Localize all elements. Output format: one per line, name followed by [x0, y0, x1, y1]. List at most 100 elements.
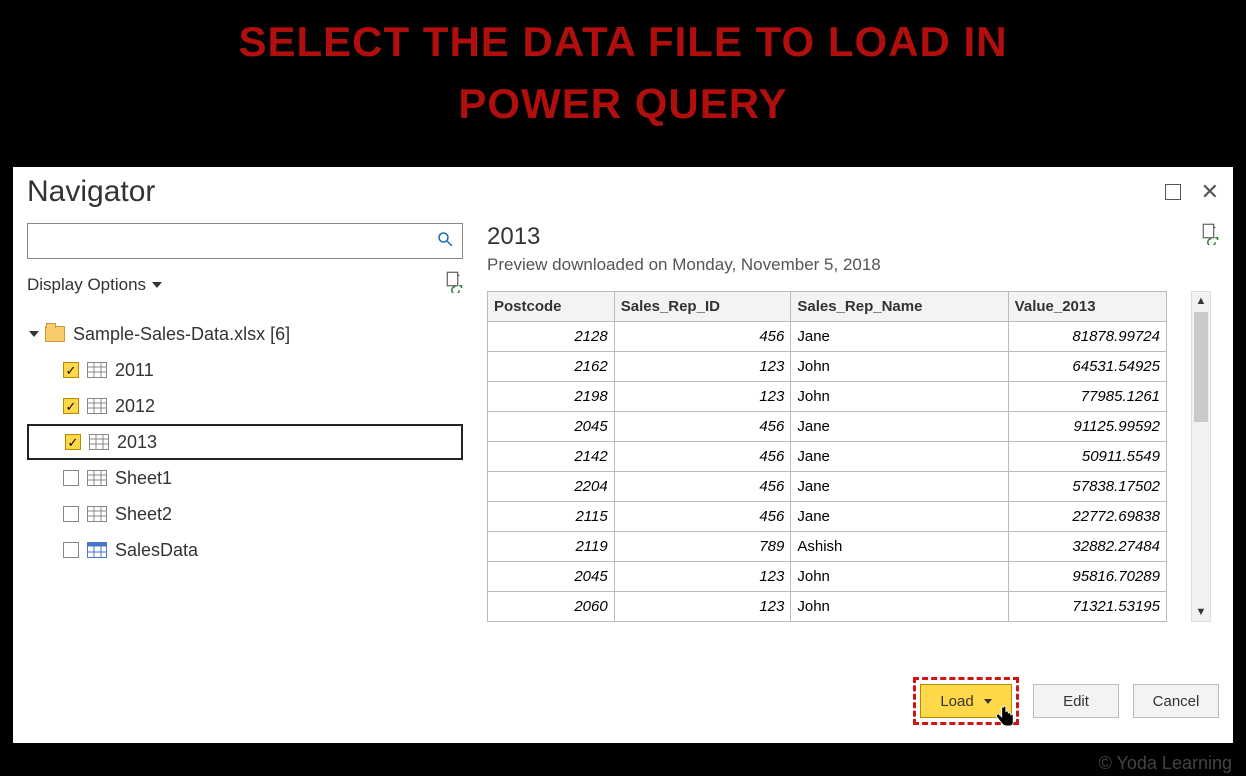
copyright-text: © Yoda Learning — [1099, 753, 1232, 774]
table-row[interactable]: 2142456Jane50911.5549 — [488, 442, 1167, 472]
table-cell: Jane — [791, 472, 1008, 502]
checkbox[interactable]: ✓ — [63, 398, 79, 414]
table-cell: 91125.99592 — [1008, 412, 1166, 442]
table-cell: 2204 — [488, 472, 615, 502]
table-cell: 2060 — [488, 592, 615, 622]
load-button-highlight: Load — [913, 677, 1019, 725]
dialog-title: Navigator — [27, 175, 155, 209]
tree-item-2011[interactable]: ✓2011 — [27, 352, 463, 388]
table-cell: 95816.70289 — [1008, 562, 1166, 592]
table-cell: 64531.54925 — [1008, 352, 1166, 382]
refresh-icon[interactable] — [445, 271, 463, 298]
table-cell: 456 — [614, 442, 791, 472]
table-cell: John — [791, 562, 1008, 592]
tree-item-sheet1[interactable]: Sheet1 — [27, 460, 463, 496]
sheet-icon — [87, 506, 107, 522]
preview-table: PostcodeSales_Rep_IDSales_Rep_NameValue_… — [487, 291, 1167, 622]
table-row[interactable]: 2198123John77985.1261 — [488, 382, 1167, 412]
search-input[interactable] — [36, 231, 436, 251]
checkbox[interactable]: ✓ — [65, 434, 81, 450]
checkbox[interactable] — [63, 470, 79, 486]
table-row[interactable]: 2162123John64531.54925 — [488, 352, 1167, 382]
table-cell: John — [791, 382, 1008, 412]
preview-title: 2013 — [487, 223, 881, 251]
table-cell: 456 — [614, 502, 791, 532]
sheet-icon — [87, 398, 107, 414]
checkbox[interactable] — [63, 542, 79, 558]
scroll-down-icon[interactable]: ▼ — [1192, 603, 1210, 621]
tree-item-2012[interactable]: ✓ 2012 — [27, 388, 463, 424]
refresh-preview-icon[interactable] — [1201, 223, 1219, 250]
table-row[interactable]: 2128456Jane81878.99724 — [488, 322, 1167, 352]
load-button[interactable]: Load — [920, 684, 1012, 718]
table-cell: 2045 — [488, 562, 615, 592]
table-cell: 2128 — [488, 322, 615, 352]
tree-root[interactable]: Sample-Sales-Data.xlsx [6] — [27, 316, 463, 352]
table-cell: 456 — [614, 472, 791, 502]
checkbox[interactable]: ✓ — [63, 362, 79, 378]
edit-button[interactable]: Edit — [1033, 684, 1119, 718]
table-cell: Ashish — [791, 532, 1008, 562]
maximize-icon[interactable] — [1165, 184, 1181, 200]
table-icon — [87, 542, 107, 558]
tree-item-label: SalesData — [115, 540, 198, 561]
right-pane: 2013 Preview downloaded on Monday, Novem… — [473, 209, 1233, 735]
table-cell: 123 — [614, 562, 791, 592]
table-row[interactable]: 2045456Jane91125.99592 — [488, 412, 1167, 442]
column-header[interactable]: Sales_Rep_ID — [614, 292, 791, 322]
scroll-up-icon[interactable]: ▲ — [1192, 292, 1210, 310]
column-header[interactable]: Postcode — [488, 292, 615, 322]
chevron-down-icon — [152, 282, 162, 288]
table-cell: 22772.69838 — [1008, 502, 1166, 532]
tree-item-label: 2012 — [115, 396, 155, 417]
table-row[interactable]: 2045123John95816.70289 — [488, 562, 1167, 592]
table-cell: 81878.99724 — [1008, 322, 1166, 352]
table-cell: 2119 — [488, 532, 615, 562]
sheet-icon — [87, 362, 107, 378]
cancel-button[interactable]: Cancel — [1133, 684, 1219, 718]
table-cell: John — [791, 592, 1008, 622]
search-icon[interactable] — [436, 230, 454, 253]
tree-item-label: 2013 — [117, 432, 157, 453]
tree-item-salesdata[interactable]: SalesData — [27, 532, 463, 568]
table-cell: 71321.53195 — [1008, 592, 1166, 622]
table-cell: 456 — [614, 322, 791, 352]
table-cell: 123 — [614, 382, 791, 412]
folder-icon — [45, 326, 65, 342]
table-cell: 2115 — [488, 502, 615, 532]
table-cell: 2045 — [488, 412, 615, 442]
table-row[interactable]: 2060123John71321.53195 — [488, 592, 1167, 622]
sheet-icon — [87, 470, 107, 486]
table-header-row: PostcodeSales_Rep_IDSales_Rep_NameValue_… — [488, 292, 1167, 322]
cancel-button-label: Cancel — [1153, 693, 1200, 710]
table-cell: Jane — [791, 322, 1008, 352]
table-cell: 50911.5549 — [1008, 442, 1166, 472]
scroll-thumb[interactable] — [1194, 312, 1208, 422]
vertical-scrollbar[interactable]: ▲ ▼ — [1191, 291, 1211, 622]
close-icon[interactable]: ✕ — [1201, 185, 1219, 199]
table-cell: 2198 — [488, 382, 615, 412]
table-row[interactable]: 2204456Jane57838.17502 — [488, 472, 1167, 502]
load-button-label: Load — [940, 693, 973, 710]
column-header[interactable]: Value_2013 — [1008, 292, 1166, 322]
table-cell: Jane — [791, 412, 1008, 442]
chevron-down-icon[interactable] — [984, 699, 992, 704]
table-cell: 57838.17502 — [1008, 472, 1166, 502]
table-row[interactable]: 2115456Jane22772.69838 — [488, 502, 1167, 532]
expand-caret-icon[interactable] — [29, 331, 39, 337]
display-options-dropdown[interactable]: Display Options — [27, 275, 162, 295]
dialog-button-row: Load Edit Cancel — [913, 677, 1219, 725]
table-cell: 2142 — [488, 442, 615, 472]
column-header[interactable]: Sales_Rep_Name — [791, 292, 1008, 322]
checkbox[interactable] — [63, 506, 79, 522]
table-cell: 789 — [614, 532, 791, 562]
search-input-wrap[interactable] — [27, 223, 463, 259]
tree-item-sheet2[interactable]: Sheet2 — [27, 496, 463, 532]
sheet-icon — [89, 434, 109, 450]
instruction-line2: POWER QUERY — [0, 80, 1246, 128]
table-row[interactable]: 2119789Ashish32882.27484 — [488, 532, 1167, 562]
tree-item-2013[interactable]: ✓ 2013 — [27, 424, 463, 460]
table-cell: 123 — [614, 592, 791, 622]
table-cell: 123 — [614, 352, 791, 382]
table-cell: 456 — [614, 412, 791, 442]
